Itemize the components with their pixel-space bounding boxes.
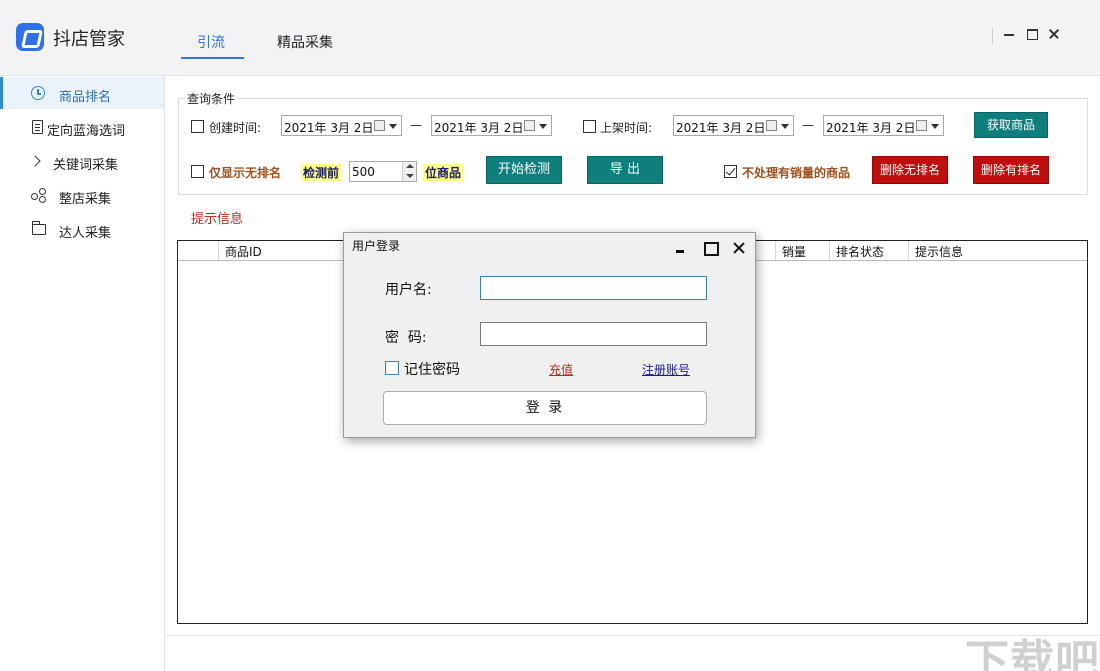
- range-dash: —: [410, 118, 422, 132]
- tab-premium-collect[interactable]: 精品采集: [277, 32, 333, 52]
- skip-sold-checkbox[interactable]: [724, 165, 737, 178]
- minimize-icon[interactable]: [1001, 26, 1017, 42]
- list-time-label: 上架时间:: [600, 121, 653, 135]
- hint-info-label: 提示信息: [191, 212, 244, 227]
- column-header-rank-status[interactable]: 排名状态: [836, 243, 884, 260]
- sidebar-item-label: 关键词采集: [53, 158, 119, 173]
- stepper-buttons[interactable]: [402, 162, 416, 181]
- share-icon: [31, 188, 46, 202]
- chevron-right-icon: [29, 155, 41, 167]
- create-time-to-picker[interactable]: 2021年 3月 2日: [431, 115, 552, 136]
- query-conditions-group: 查询条件 创建时间: 2021年 3月 2日 — 2021年 3月 2日 上架时…: [178, 90, 1088, 195]
- register-link[interactable]: 注册账号: [642, 361, 690, 378]
- password-label: 密 码:: [385, 330, 427, 346]
- sidebar-item-label: 整店采集: [59, 192, 112, 207]
- column-header-hint[interactable]: 提示信息: [915, 243, 963, 260]
- export-button[interactable]: 导 出: [587, 156, 663, 184]
- dialog-minimize-icon[interactable]: [674, 241, 688, 253]
- sidebar-item-label: 定向蓝海选词: [47, 124, 126, 139]
- app-window: 抖店管家 引流 精品采集 商品排名 定向蓝海选词 关键词采集 整店采集 达人采集: [0, 0, 1100, 671]
- dropdown-arrow-icon: [539, 124, 547, 129]
- status-divider: [166, 635, 1100, 636]
- calendar-icon: [766, 120, 777, 131]
- window-controls-divider: [992, 28, 993, 44]
- title-bar: 抖店管家 引流 精品采集: [0, 0, 1100, 76]
- dialog-maximize-icon[interactable]: [703, 241, 719, 256]
- sidebar-item-store-collect[interactable]: 整店采集: [0, 179, 164, 211]
- delete-unranked-button[interactable]: 删除无排名: [872, 156, 948, 184]
- maximize-icon[interactable]: [1024, 26, 1040, 42]
- dialog-close-icon[interactable]: [732, 241, 746, 255]
- sidebar-item-influencer-collect[interactable]: 达人采集: [0, 213, 164, 245]
- range-dash: —: [802, 118, 814, 132]
- calendar-icon: [374, 120, 385, 131]
- stepper-up-icon[interactable]: [406, 164, 414, 168]
- check-suffix-label: 位商品: [423, 164, 464, 181]
- check-prefix-label: 检测前: [301, 164, 342, 181]
- document-icon: [32, 120, 43, 134]
- sidebar: 商品排名 定向蓝海选词 关键词采集 整店采集 达人采集: [0, 76, 165, 671]
- only-unranked-label: 仅显示无排名: [209, 166, 282, 180]
- sidebar-item-keyword-collect[interactable]: 关键词采集: [0, 145, 164, 177]
- create-time-checkbox[interactable]: [191, 120, 204, 133]
- column-header-product-id[interactable]: 商品ID: [225, 243, 262, 260]
- column-header-sales[interactable]: 销量: [782, 243, 806, 260]
- list-time-to-picker[interactable]: 2021年 3月 2日: [823, 115, 944, 136]
- stepper-down-icon[interactable]: [406, 174, 414, 178]
- create-time-from-picker[interactable]: 2021年 3月 2日: [281, 115, 402, 136]
- skip-sold-label: 不处理有销量的商品: [742, 166, 851, 180]
- delete-ranked-button[interactable]: 删除有排名: [973, 156, 1049, 184]
- dropdown-arrow-icon: [931, 124, 939, 129]
- create-time-label: 创建时间:: [209, 121, 262, 135]
- folder-icon: [31, 221, 46, 235]
- sidebar-item-label: 达人采集: [59, 226, 112, 241]
- calendar-icon: [916, 120, 927, 131]
- fetch-products-button[interactable]: 获取商品: [974, 112, 1048, 138]
- dropdown-arrow-icon: [781, 124, 789, 129]
- watermark-logo: 下载吧: [965, 636, 1100, 671]
- check-count-stepper[interactable]: 500: [349, 161, 417, 182]
- sidebar-item-blue-ocean-words[interactable]: 定向蓝海选词: [0, 111, 164, 143]
- column-divider: [829, 241, 830, 260]
- remember-password-label[interactable]: 记住密码: [404, 359, 460, 379]
- calendar-icon: [524, 120, 535, 131]
- clock-icon: [31, 86, 45, 100]
- only-unranked-checkbox[interactable]: [191, 165, 204, 178]
- dialog-title: 用户登录: [352, 239, 401, 253]
- app-logo-icon: [16, 23, 44, 51]
- list-time-checkbox[interactable]: [583, 120, 596, 133]
- login-dialog: 用户登录 用户名: 密 码: 记住密码 充值 注册账号 登 录: [343, 232, 756, 438]
- query-conditions-legend: 查询条件: [185, 90, 238, 107]
- start-check-button[interactable]: 开始检测: [486, 156, 562, 184]
- list-time-from-picker[interactable]: 2021年 3月 2日: [673, 115, 794, 136]
- active-tab-indicator: [181, 57, 244, 59]
- recharge-link[interactable]: 充值: [549, 361, 573, 378]
- column-divider: [908, 241, 909, 260]
- app-title: 抖店管家: [53, 29, 125, 50]
- username-label: 用户名:: [385, 282, 432, 298]
- username-input[interactable]: [480, 276, 707, 300]
- tab-traffic[interactable]: 引流: [197, 32, 225, 52]
- sidebar-item-label: 商品排名: [59, 90, 112, 105]
- sidebar-item-product-ranking[interactable]: 商品排名: [0, 77, 164, 109]
- close-icon[interactable]: [1046, 26, 1062, 42]
- column-divider: [218, 241, 219, 260]
- login-button[interactable]: 登 录: [383, 391, 707, 425]
- dropdown-arrow-icon: [389, 124, 397, 129]
- remember-password-checkbox[interactable]: [385, 361, 399, 375]
- password-input[interactable]: [480, 322, 707, 346]
- column-divider: [775, 241, 776, 260]
